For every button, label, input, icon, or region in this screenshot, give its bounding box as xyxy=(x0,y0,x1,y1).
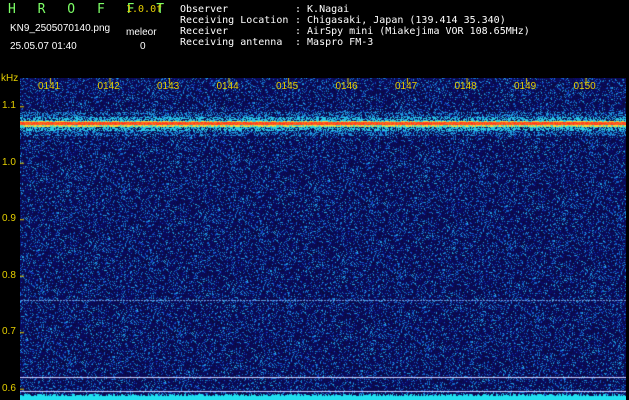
x-tick-label: 0146 xyxy=(335,81,358,92)
x-tick-label: 0143 xyxy=(157,81,180,92)
y-tick-label: 0.7 xyxy=(2,326,16,338)
meleor-label: meleor xyxy=(126,27,157,38)
version-label: 1.0.0f xyxy=(126,4,163,15)
filename-label: KN9_2505070140.png xyxy=(10,23,111,34)
x-tick-label: 0145 xyxy=(276,81,299,92)
x-tick-label: 0147 xyxy=(395,81,418,92)
receiver-key: Receiver xyxy=(180,26,229,37)
receiver-value: : AirSpy mini (Miakejima VOR 108.65MHz) xyxy=(295,26,530,37)
x-tick-label: 0144 xyxy=(216,81,239,92)
meleor-count: 0 xyxy=(140,41,146,52)
observer-key: Observer xyxy=(180,4,229,15)
observer-value: : K.Nagai xyxy=(295,4,350,15)
y-tick-label: 0.9 xyxy=(2,213,16,225)
location-key: Receiving Location xyxy=(180,15,289,26)
location-value: : Chigasaki, Japan (139.414 35.340) xyxy=(295,15,506,26)
x-tick-label: 0142 xyxy=(97,81,120,92)
spectrogram-heatmap xyxy=(20,78,626,400)
x-tick-label: 0150 xyxy=(573,81,596,92)
y-axis-unit: kHz xyxy=(1,73,19,84)
x-tick-label: 0141 xyxy=(38,81,61,92)
antenna-key: Receiving antenna xyxy=(180,37,283,48)
y-tick-label: 1.1 xyxy=(2,100,16,112)
y-tick-label: 1.0 xyxy=(2,156,16,168)
antenna-value: : Maspro FM-3 xyxy=(295,37,374,48)
x-tick-label: 0148 xyxy=(454,81,477,92)
x-tick-label: 0149 xyxy=(514,81,537,92)
timestamp-label: 25.05.07 01:40 xyxy=(10,41,77,52)
y-tick-label: 0.6 xyxy=(2,382,16,394)
y-tick-label: 0.8 xyxy=(2,269,16,281)
